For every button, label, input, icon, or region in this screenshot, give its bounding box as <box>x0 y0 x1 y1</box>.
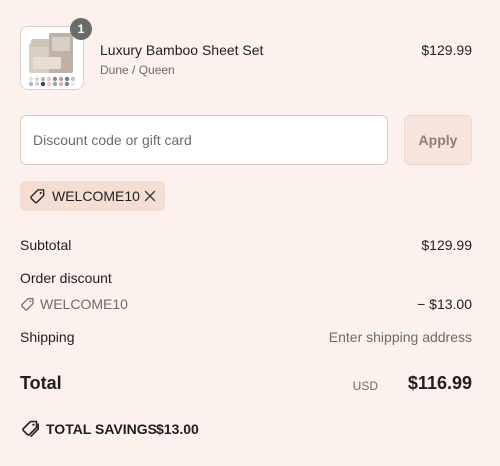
product-variant: Dune / Queen <box>100 63 175 77</box>
subtotal-row: Subtotal $129.99 <box>20 237 472 255</box>
order-discount-row: Order discount <box>20 270 472 288</box>
currency-code: USD <box>352 379 378 393</box>
subtotal-value: $129.99 <box>421 237 472 253</box>
order-discount-label: Order discount <box>20 270 112 286</box>
remove-discount-close-icon[interactable] <box>142 188 158 204</box>
quantity-badge: 1 <box>70 18 92 40</box>
shipping-value: Enter shipping address <box>328 329 472 345</box>
discount-code-input[interactable] <box>20 115 388 165</box>
discount-code-row: WELCOME10 − $13.00 <box>20 296 472 314</box>
total-label: Total <box>20 373 62 393</box>
discount-tag-icon <box>20 297 35 315</box>
product-price: $129.99 <box>421 42 472 58</box>
discount-code-label: WELCOME10 <box>40 296 128 312</box>
applied-code-label: WELCOME10 <box>52 188 140 204</box>
product-name: Luxury Bamboo Sheet Set <box>100 42 264 58</box>
savings-tags-icon <box>20 420 40 441</box>
shipping-row: Shipping Enter shipping address <box>20 329 472 347</box>
total-savings-value: $13.00 <box>156 421 199 437</box>
total-row: Total USD $116.99 <box>20 373 472 397</box>
subtotal-label: Subtotal <box>20 237 72 253</box>
applied-discount-chip: WELCOME10 <box>20 181 165 211</box>
discount-amount: − $13.00 <box>417 296 472 312</box>
shipping-label: Shipping <box>20 329 75 345</box>
total-savings-label: TOTAL SAVINGS <box>46 421 157 437</box>
tag-icon <box>29 188 46 210</box>
order-summary: 1 Luxury Bamboo Sheet Set Dune / Queen $… <box>20 0 472 466</box>
line-item: 1 Luxury Bamboo Sheet Set Dune / Queen $… <box>20 18 472 90</box>
total-value: $116.99 <box>407 373 472 393</box>
apply-discount-button[interactable]: Apply <box>404 115 472 165</box>
